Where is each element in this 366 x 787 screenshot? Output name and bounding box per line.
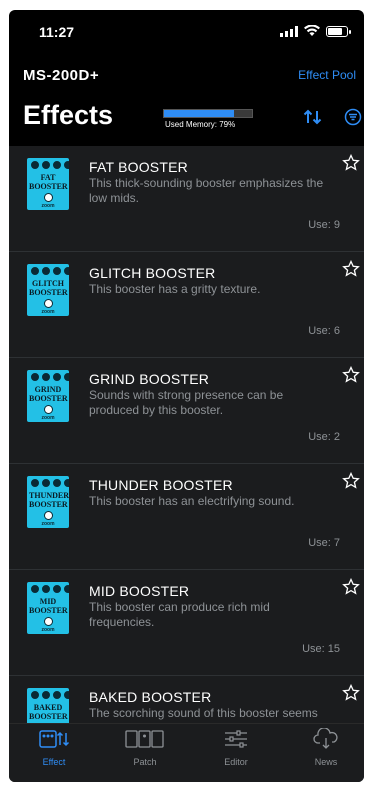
status-icons bbox=[280, 25, 351, 37]
memory-label: Used Memory: 79% bbox=[165, 120, 236, 129]
effect-name: BAKED BOOSTER bbox=[89, 689, 212, 705]
effect-name: FAT BOOSTER bbox=[89, 159, 188, 175]
patch-icon bbox=[125, 730, 164, 748]
effect-description: This thick-sounding booster emphasizes t… bbox=[89, 176, 324, 205]
effect-item[interactable]: BAKED BOOSTER zoom BAKED BOOSTER The sco… bbox=[9, 676, 364, 723]
effect-name: THUNDER BOOSTER bbox=[89, 477, 233, 493]
signal-icon bbox=[280, 25, 298, 37]
effect-item[interactable]: FAT BOOSTER zoom FAT BOOSTER This thick-… bbox=[9, 146, 364, 252]
effect-item[interactable]: THUNDER BOOSTER zoom THUNDER BOOSTER Thi… bbox=[9, 464, 364, 570]
wifi-icon bbox=[304, 25, 320, 36]
effect-description: This booster has a gritty texture. bbox=[89, 282, 261, 296]
tab-patch[interactable]: Patch bbox=[105, 728, 185, 767]
pedal-thumbnail: FAT BOOSTER zoom bbox=[27, 158, 69, 210]
pedal-label: THUNDER BOOSTER bbox=[29, 491, 69, 509]
effect-name: GLITCH BOOSTER bbox=[89, 265, 216, 281]
star-icon[interactable] bbox=[342, 472, 360, 490]
news-icon bbox=[313, 727, 338, 749]
pedal-label: BAKED BOOSTER bbox=[29, 703, 68, 721]
pedal-label: FAT BOOSTER bbox=[29, 173, 68, 191]
tab-editor[interactable]: Editor bbox=[196, 728, 276, 767]
pedal-thumbnail: GRIND BOOSTER zoom bbox=[27, 370, 69, 422]
pedal-brand: zoom bbox=[41, 203, 55, 209]
memory-bar-fill bbox=[164, 110, 234, 117]
use-count: Use: 2 bbox=[308, 431, 340, 443]
effect-item[interactable]: GRIND BOOSTER zoom GRIND BOOSTER Sounds … bbox=[9, 358, 364, 464]
use-count: Use: 15 bbox=[302, 643, 340, 655]
tab-effect[interactable]: Effect bbox=[14, 728, 94, 767]
effect-name: MID BOOSTER bbox=[89, 583, 190, 599]
pedal-brand: zoom bbox=[41, 521, 55, 527]
effect-description: The scorching sound of this booster seem… bbox=[89, 706, 318, 723]
page-title: Effects bbox=[23, 100, 114, 130]
tab-patch-label: Patch bbox=[133, 757, 157, 767]
star-icon[interactable] bbox=[342, 684, 360, 702]
star-icon[interactable] bbox=[342, 260, 360, 278]
star-icon[interactable] bbox=[342, 366, 360, 384]
tab-news[interactable]: News bbox=[286, 727, 364, 767]
device-name: MS-200D+ bbox=[23, 67, 100, 84]
effect-description: This booster has an electrifying sound. bbox=[89, 494, 295, 508]
filter-icon[interactable] bbox=[344, 108, 362, 126]
effect-icon bbox=[39, 730, 70, 748]
pedal-brand: zoom bbox=[41, 415, 55, 421]
tab-news-label: News bbox=[314, 757, 338, 767]
effect-name: GRIND BOOSTER bbox=[89, 371, 210, 387]
status-time: 11:27 bbox=[39, 24, 75, 40]
use-count: Use: 7 bbox=[308, 537, 340, 549]
effect-item[interactable]: GLITCH BOOSTER zoom GLITCH BOOSTER This … bbox=[9, 252, 364, 358]
pedal-brand: zoom bbox=[41, 309, 55, 315]
tab-effect-label: Effect bbox=[42, 757, 66, 767]
editor-icon bbox=[225, 730, 247, 748]
memory-indicator: Used Memory: 79% bbox=[163, 109, 253, 129]
pedal-thumbnail: GLITCH BOOSTER zoom bbox=[27, 264, 69, 316]
pedal-thumbnail: THUNDER BOOSTER zoom bbox=[27, 476, 69, 528]
sort-icon[interactable] bbox=[303, 108, 323, 126]
pedal-brand: zoom bbox=[41, 627, 55, 633]
star-icon[interactable] bbox=[342, 578, 360, 596]
star-icon[interactable] bbox=[342, 154, 360, 172]
battery-icon bbox=[326, 25, 351, 37]
tab-bar: Effect Patch Editor News bbox=[9, 723, 364, 782]
use-count: Use: 6 bbox=[308, 325, 340, 337]
effect-description: Sounds with strong presence can be produ… bbox=[89, 388, 284, 417]
effect-description: This booster can produce rich mid freque… bbox=[89, 600, 270, 629]
effects-list[interactable]: FAT BOOSTER zoom FAT BOOSTER This thick-… bbox=[9, 146, 364, 723]
pedal-label: GRIND BOOSTER bbox=[29, 385, 68, 403]
memory-bar bbox=[163, 109, 253, 118]
effect-item[interactable]: MID BOOSTER zoom MID BOOSTER This booste… bbox=[9, 570, 364, 676]
pedal-label: MID BOOSTER bbox=[29, 597, 68, 615]
pedal-thumbnail: BAKED BOOSTER zoom bbox=[27, 688, 69, 723]
use-count: Use: 9 bbox=[308, 219, 340, 231]
tab-editor-label: Editor bbox=[224, 757, 248, 767]
header: MS-200D+ Effect Pool Effects Used Memory… bbox=[9, 54, 364, 146]
status-bar: 11:27 bbox=[9, 10, 364, 54]
app-screen: 11:27 MS-200D+ Effect Pool Effects Used … bbox=[9, 10, 364, 782]
effect-pool-button[interactable]: Effect Pool bbox=[298, 68, 356, 82]
pedal-label: GLITCH BOOSTER bbox=[29, 279, 68, 297]
pedal-thumbnail: MID BOOSTER zoom bbox=[27, 582, 69, 634]
